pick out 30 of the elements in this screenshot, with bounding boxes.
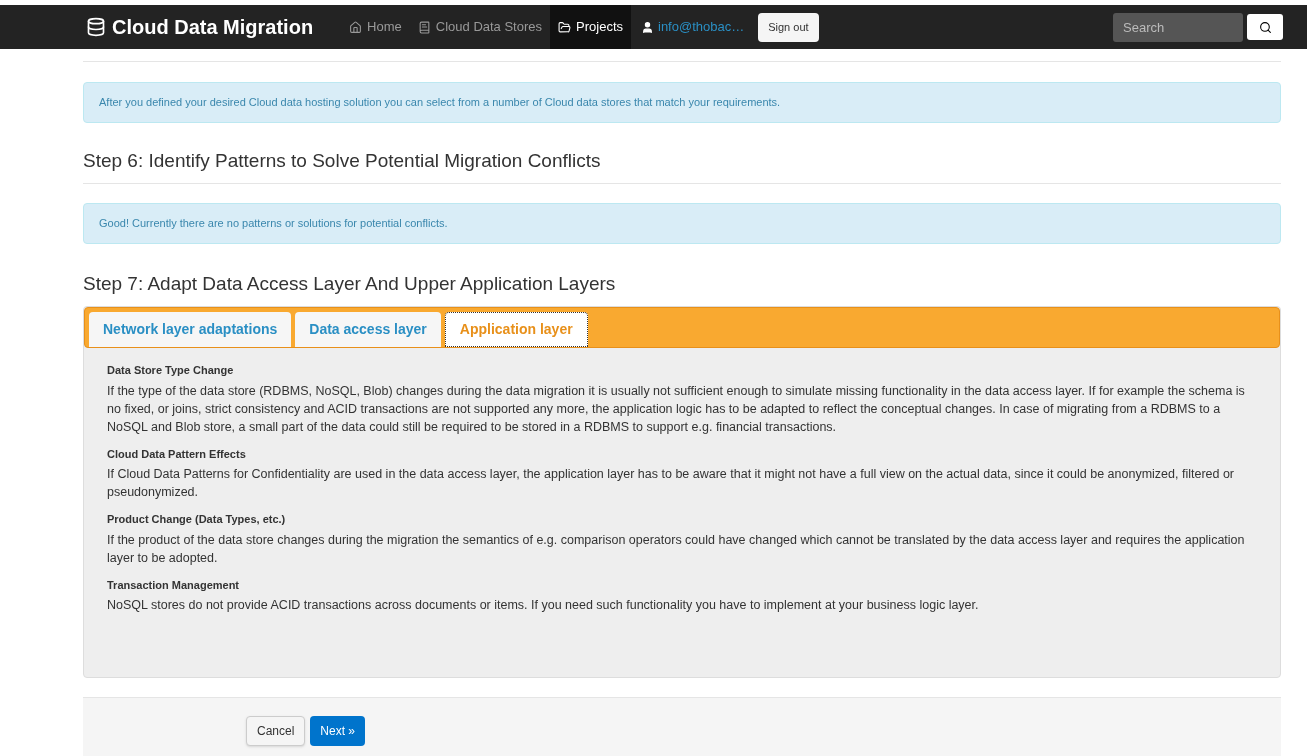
- search-button[interactable]: [1247, 14, 1283, 40]
- section-heading: Step 6: Identify Patterns to Solve Potential Migration Conflicts: [83, 146, 1281, 184]
- folder-icon: [558, 20, 572, 34]
- entry-text: If the product of the data store changes during the migration the semantics of e.g. comparison operators could have changed which cannot be translated by the data access layer and requires the application layer to be adopted.: [107, 531, 1246, 567]
- home-icon: [349, 20, 363, 34]
- brand-title[interactable]: Cloud Data Migration: [112, 12, 314, 42]
- user-icon: [641, 20, 654, 34]
- search-field[interactable]: Search: [1113, 12, 1243, 42]
- tab[interactable]: Data access layer: [295, 312, 441, 347]
- info-alert: Good! Currently there are no patterns or solutions for potential conflicts.: [83, 203, 1281, 244]
- book-icon: [417, 20, 431, 34]
- next-button[interactable]: Next »: [310, 715, 366, 746]
- entry-heading: Transaction Management: [107, 577, 241, 593]
- cancel-button[interactable]: Cancel: [246, 715, 306, 746]
- search-icon: [1258, 20, 1272, 34]
- sign-out-button[interactable]: Sign out: [758, 12, 819, 42]
- entry-heading: Data Store Type Change: [107, 363, 235, 378]
- tab[interactable]: Network layer adaptations: [89, 312, 292, 347]
- entry-heading: Cloud Data Pattern Effects: [107, 446, 247, 462]
- info-alert: After you defined your desired Cloud data hosting solution you can select from a number of Cloud data stores that match your requirements.: [83, 82, 1281, 123]
- user-link[interactable]: info@thobac…: [658, 17, 745, 37]
- entry-heading: Product Change (Data Types, etc.): [107, 512, 287, 527]
- entry-text: If Cloud Data Patterns for Confidentiality are used in the data access layer, the application layer has to be aware that it might not have a full view on the actual data, since it could be anonymized, filtered or pseudonymized.: [107, 466, 1236, 501]
- nav-link[interactable]: Projects: [550, 5, 631, 49]
- section-heading: Step 7: Adapt Data Access Layer And Upper Application Layers: [83, 271, 617, 296]
- entry-text: If the type of the data store (RDBMS, NoSQL, Blob) changes during the data migration it is usually not sufficient enough to simulate missing functionality in the data access layer. If for example the schema is no fixed, or joins, strict consistency and ACID transactions are not supported any more, the application logic has to be adapted to reflect the conceptual changes. In case of migrating from a RDBMS to a NoSQL and Blob store, a small part of the data could still be required to be stored in a RDBMS to support e.g. financial transactions.: [107, 382, 1246, 436]
- logo-icon: [86, 17, 106, 37]
- nav-link[interactable]: Home: [341, 5, 410, 49]
- entry-text: NoSQL stores do not provide ACID transactions across documents or items. If you need such functionality you have to implement at your business logic layer.: [107, 597, 980, 614]
- nav-link[interactable]: Cloud Data Stores: [409, 5, 551, 49]
